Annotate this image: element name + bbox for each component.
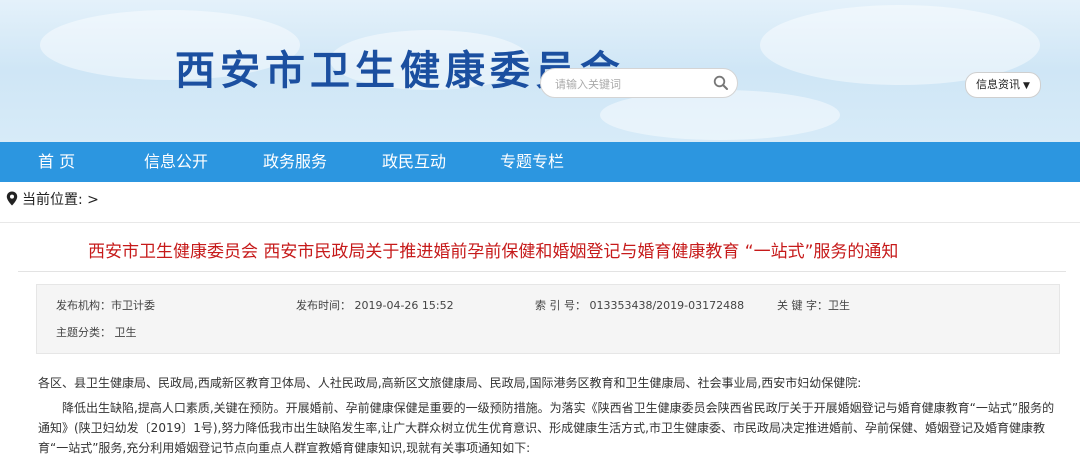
- dropdown-arrow-icon: ▼: [1023, 81, 1030, 91]
- article-meta-box: 发布机构：市卫计委 发布时间： 2019-04-26 15:52 索 引 号： …: [36, 284, 1060, 354]
- search-icon[interactable]: [713, 75, 729, 91]
- meta-publisher: 发布机构：市卫计委: [56, 299, 155, 312]
- search-box: [540, 68, 738, 98]
- meta-keywords: 关 键 字：卫生: [777, 299, 850, 312]
- article-paragraph: 降低出生缺陷,提高人口素质,关键在预防。开展婚前、孕前健康保健是重要的一级预防措…: [38, 401, 1055, 455]
- nav-item-home[interactable]: 首 页: [38, 142, 75, 182]
- breadcrumb-label: 当前位置: >: [22, 192, 99, 208]
- nav-item-interaction[interactable]: 政民互动: [382, 142, 446, 182]
- info-type-select-label: 信息资讯: [976, 78, 1021, 91]
- nav-item-gov-service[interactable]: 政务服务: [263, 142, 327, 182]
- location-pin-icon: [6, 191, 18, 206]
- nav-item-info-public[interactable]: 信息公开: [144, 142, 208, 182]
- info-type-select[interactable]: 信息资讯 ▼: [965, 72, 1041, 98]
- article-title: 西安市卫生健康委员会 西安市民政局关于推进婚前孕前保健和婚姻登记与婚育健康教育 …: [88, 242, 899, 262]
- meta-category: 主题分类： 卫生: [56, 326, 137, 339]
- article-recipients: 各区、县卫生健康局、民政局,西咸新区教育卫体局、人社民政局,高新区文旅健康局、民…: [38, 376, 862, 390]
- breadcrumb: 当前位置: >: [6, 189, 99, 209]
- meta-publish-time: 发布时间： 2019-04-26 15:52: [296, 299, 454, 312]
- main-nav: 首 页 信息公开 政务服务 政民互动 专题专栏: [0, 142, 1080, 182]
- nav-item-topics[interactable]: 专题专栏: [500, 142, 564, 182]
- search-input[interactable]: [553, 73, 707, 95]
- meta-index-number: 索 引 号： 013353438/2019-03172488: [535, 299, 745, 312]
- title-divider: [18, 271, 1066, 272]
